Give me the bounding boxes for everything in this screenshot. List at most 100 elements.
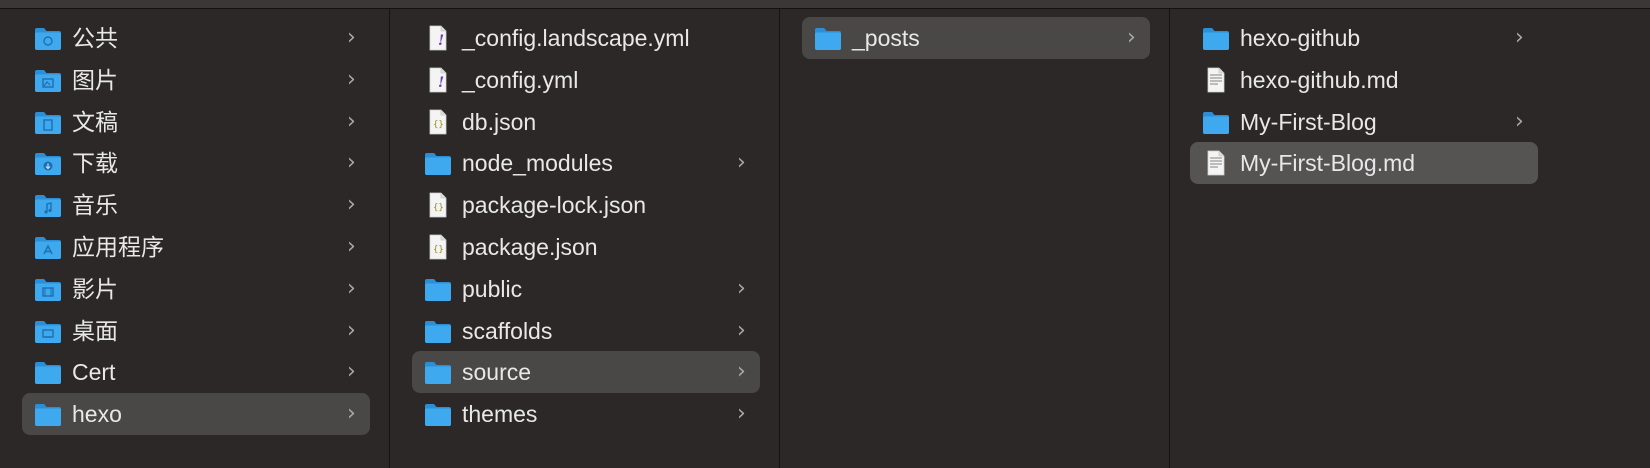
yaml-file-icon: !: [424, 67, 452, 93]
item-label: My-First-Blog: [1240, 109, 1377, 135]
folder-row[interactable]: 音乐 ›: [22, 184, 370, 226]
folder-row[interactable]: My-First-Blog ›: [1190, 101, 1538, 143]
folder-icon: [34, 359, 62, 385]
folder-row[interactable]: themes ›: [412, 393, 760, 435]
file-row[interactable]: {} package-lock.json: [412, 184, 760, 226]
column-posts-contents[interactable]: hexo-github › hexo-github.md My-First-Blo…: [1170, 9, 1650, 468]
file-row[interactable]: My-First-Blog.md: [1190, 142, 1538, 184]
item-label: 公共: [72, 25, 118, 51]
chevron-right-icon: ›: [347, 25, 356, 50]
folder-row[interactable]: hexo ›: [22, 393, 370, 435]
json-file-icon: {}: [424, 234, 452, 260]
chevron-right-icon: ›: [737, 150, 746, 175]
folder-row[interactable]: 桌面 ›: [22, 310, 370, 352]
folder-row[interactable]: node_modules ›: [412, 142, 760, 184]
column-source-contents[interactable]: _posts ›: [780, 9, 1170, 468]
item-label: package.json: [462, 234, 598, 260]
item-label: hexo-github.md: [1240, 67, 1399, 93]
chevron-right-icon: ›: [737, 359, 746, 384]
folder-documents-icon: [34, 109, 62, 135]
folder-row[interactable]: 下载 ›: [22, 142, 370, 184]
folder-row[interactable]: Cert ›: [22, 351, 370, 393]
folder-icon: [424, 150, 452, 176]
file-row[interactable]: ! _config.landscape.yml: [412, 17, 760, 59]
item-label: Cert: [72, 359, 116, 385]
folder-row[interactable]: 应用程序 ›: [22, 226, 370, 268]
chevron-right-icon: ›: [347, 150, 356, 175]
svg-text:{}: {}: [433, 245, 444, 255]
item-label: db.json: [462, 109, 537, 135]
folder-icon: [424, 318, 452, 344]
folder-row[interactable]: source ›: [412, 351, 760, 393]
finder-column-browser: 公共 › 图片 › 文稿 › 下载 › 音乐 › 应用程序 › 影片 › 桌面 › Cert › …: [0, 0, 1650, 468]
chevron-right-icon: ›: [737, 401, 746, 426]
folder-icon: [1202, 25, 1230, 51]
folder-music-icon: [34, 192, 62, 218]
markdown-file-icon: [1202, 150, 1230, 176]
item-label: scaffolds: [462, 318, 553, 344]
chevron-right-icon: ›: [1127, 25, 1136, 50]
column-hexo-contents[interactable]: ! _config.landscape.yml ! _config.yml {}…: [390, 9, 780, 468]
item-label: hexo: [72, 401, 122, 427]
svg-text:{}: {}: [433, 120, 444, 130]
folder-row[interactable]: hexo-github ›: [1190, 17, 1538, 59]
json-file-icon: {}: [424, 109, 452, 135]
folder-applications-icon: [34, 234, 62, 260]
chevron-right-icon: ›: [347, 276, 356, 301]
file-row[interactable]: ! _config.yml: [412, 59, 760, 101]
chevron-right-icon: ›: [347, 109, 356, 134]
item-label: node_modules: [462, 150, 613, 176]
item-label: _posts: [852, 25, 920, 51]
chevron-right-icon: ›: [737, 276, 746, 301]
folder-icon: [34, 401, 62, 427]
svg-text:{}: {}: [433, 203, 444, 213]
chevron-right-icon: ›: [347, 401, 356, 426]
folder-icon: [424, 359, 452, 385]
window-toolbar-edge: [0, 0, 1650, 9]
item-label: 桌面: [72, 318, 118, 344]
svg-text:!: !: [438, 33, 444, 49]
chevron-right-icon: ›: [347, 234, 356, 259]
folder-pictures-icon: [34, 67, 62, 93]
folder-desktop-icon: [34, 318, 62, 344]
folder-row[interactable]: 影片 ›: [22, 268, 370, 310]
file-row[interactable]: {} db.json: [412, 101, 760, 143]
folder-icon: [814, 25, 842, 51]
folder-icon: [1202, 109, 1230, 135]
item-label: My-First-Blog.md: [1240, 150, 1416, 176]
json-file-icon: {}: [424, 192, 452, 218]
item-label: package-lock.json: [462, 192, 647, 218]
item-label: hexo-github: [1240, 25, 1361, 51]
svg-text:!: !: [438, 75, 444, 91]
chevron-right-icon: ›: [347, 318, 356, 343]
folder-downloads-icon: [34, 150, 62, 176]
file-row[interactable]: {} package.json: [412, 226, 760, 268]
folder-row[interactable]: scaffolds ›: [412, 310, 760, 352]
chevron-right-icon: ›: [737, 318, 746, 343]
item-label: _config.landscape.yml: [462, 25, 690, 51]
folder-row[interactable]: _posts ›: [802, 17, 1150, 59]
folder-row[interactable]: public ›: [412, 268, 760, 310]
folder-movies-icon: [34, 276, 62, 302]
item-label: public: [462, 276, 523, 302]
chevron-right-icon: ›: [1515, 109, 1524, 134]
yaml-file-icon: !: [424, 25, 452, 51]
folder-row[interactable]: 文稿 ›: [22, 101, 370, 143]
folder-row[interactable]: 公共 ›: [22, 17, 370, 59]
item-label: source: [462, 359, 532, 385]
item-label: 文稿: [72, 109, 118, 135]
item-label: 音乐: [72, 192, 118, 218]
folder-row[interactable]: 图片 ›: [22, 59, 370, 101]
folder-icon: [424, 276, 452, 302]
folder-public-icon: [34, 25, 62, 51]
item-label: 影片: [72, 276, 118, 302]
file-row[interactable]: hexo-github.md: [1190, 59, 1538, 101]
chevron-right-icon: ›: [347, 192, 356, 217]
chevron-right-icon: ›: [1515, 25, 1524, 50]
item-label: 下载: [72, 150, 118, 176]
item-label: 应用程序: [72, 234, 164, 260]
markdown-file-icon: [1202, 67, 1230, 93]
column-sidebar-locations[interactable]: 公共 › 图片 › 文稿 › 下载 › 音乐 › 应用程序 › 影片 › 桌面 › Cert › …: [0, 9, 390, 468]
item-label: themes: [462, 401, 538, 427]
chevron-right-icon: ›: [347, 67, 356, 92]
